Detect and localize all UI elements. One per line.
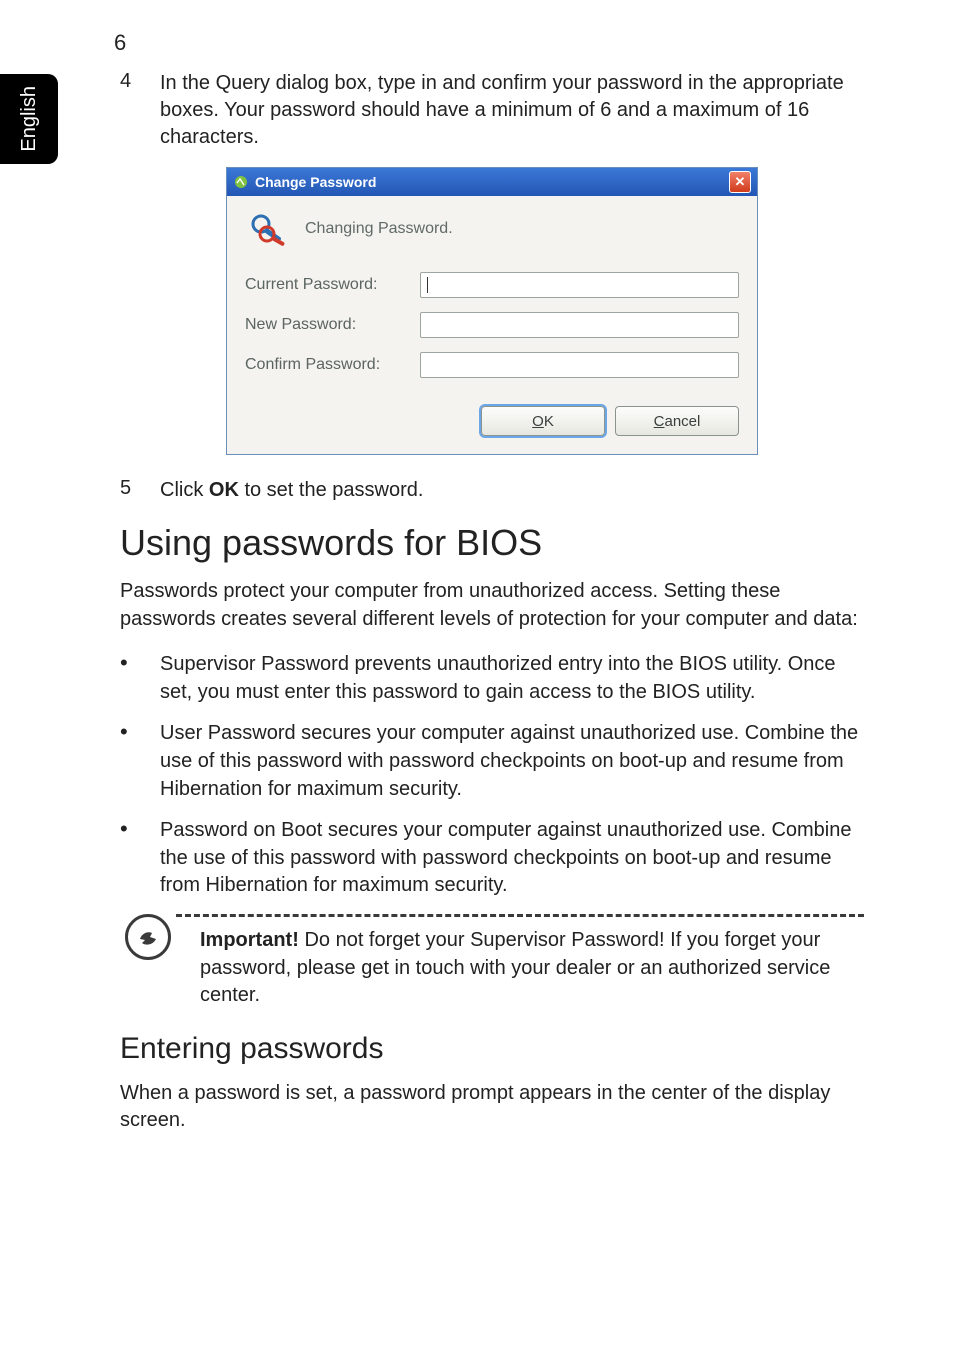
sub-paragraph: When a password is set, a password promp…	[120, 1080, 864, 1135]
intro-paragraph: Passwords protect your computer from una…	[120, 578, 864, 633]
dialog-heading: Changing Password.	[305, 220, 453, 238]
page-number: 6	[114, 30, 864, 56]
bullet-dot: •	[120, 720, 160, 803]
step-5-text: Click OK to set the password.	[160, 477, 864, 504]
note-divider	[176, 914, 864, 917]
step-4-number: 4	[120, 70, 160, 151]
close-icon: ✕	[735, 174, 746, 190]
new-password-label: New Password:	[245, 316, 420, 334]
app-icon	[233, 174, 249, 190]
step-4-text: In the Query dialog box, type in and con…	[160, 70, 864, 151]
ok-accelerator: O	[532, 413, 544, 430]
dialog-title: Change Password	[255, 174, 729, 190]
cancel-accelerator: C	[654, 413, 665, 430]
cancel-button[interactable]: Cancel	[615, 406, 739, 436]
ok-rest: K	[544, 413, 554, 430]
step-5: 5 Click OK to set the password.	[120, 477, 864, 504]
bullet-dot: •	[120, 817, 160, 900]
dialog-titlebar: Change Password ✕	[227, 168, 757, 196]
language-tab-label: English	[18, 86, 41, 152]
bullet-item: • Password on Boot secures your computer…	[120, 817, 864, 900]
bullet-text: Supervisor Password prevents unauthorize…	[160, 651, 864, 706]
cancel-rest: ancel	[664, 413, 700, 430]
close-button[interactable]: ✕	[729, 171, 751, 193]
bullet-dot: •	[120, 651, 160, 706]
bullet-text: User Password secures your computer agai…	[160, 720, 864, 803]
current-password-label: Current Password:	[245, 276, 420, 294]
ok-button[interactable]: OK	[481, 406, 605, 436]
step-5-bold: OK	[209, 479, 239, 501]
change-password-dialog: Change Password ✕ Changing Pass	[226, 167, 758, 455]
step-4: 4 In the Query dialog box, type in and c…	[120, 70, 864, 151]
section-title: Using passwords for BIOS	[120, 522, 864, 564]
note-text: Important! Do not forget your Supervisor…	[176, 927, 864, 1010]
language-tab: English	[0, 74, 58, 164]
text-caret	[427, 277, 428, 293]
confirm-password-label: Confirm Password:	[245, 356, 420, 374]
step-5-number: 5	[120, 477, 160, 504]
step-5-suffix: to set the password.	[239, 479, 424, 501]
bullet-text: Password on Boot secures your computer a…	[160, 817, 864, 900]
bullet-item: • Supervisor Password prevents unauthori…	[120, 651, 864, 706]
sub-heading: Entering passwords	[120, 1032, 864, 1066]
important-icon	[125, 914, 171, 960]
current-password-input[interactable]	[420, 272, 739, 298]
important-note: Important! Do not forget your Supervisor…	[120, 914, 864, 1010]
note-bold: Important!	[200, 929, 299, 951]
confirm-password-input[interactable]	[420, 352, 739, 378]
step-5-prefix: Click	[160, 479, 209, 501]
bullet-item: • User Password secures your computer ag…	[120, 720, 864, 803]
new-password-input[interactable]	[420, 312, 739, 338]
keys-icon	[245, 206, 291, 252]
